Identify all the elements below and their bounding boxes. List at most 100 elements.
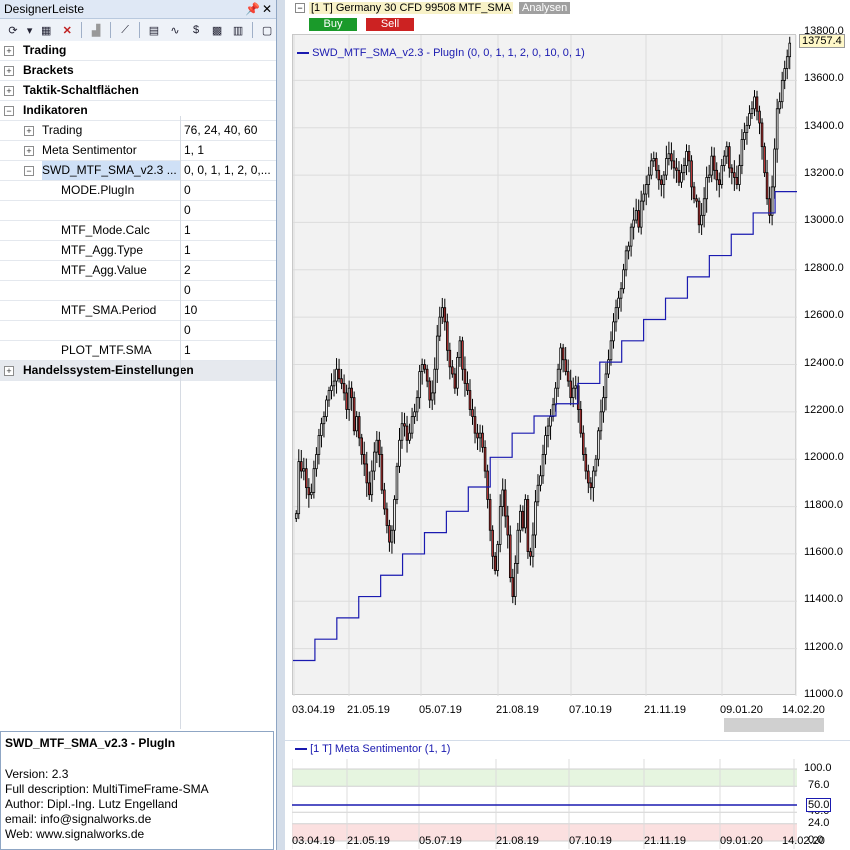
grid-icon[interactable]: ▥: [229, 20, 247, 40]
collapse-icon[interactable]: −: [4, 106, 14, 116]
buy-button[interactable]: Buy: [309, 18, 357, 31]
tree-category-taktik[interactable]: + Taktik-Schaltflächen: [0, 81, 276, 101]
candle-body: [702, 198, 706, 216]
candle-body: [660, 179, 663, 185]
refresh-icon[interactable]: ⟳: [4, 20, 22, 40]
candle-body: [566, 371, 570, 382]
chart-collapse-icon[interactable]: −: [295, 3, 305, 13]
tree-category-brackets[interactable]: + Brackets: [0, 61, 276, 81]
line-chart-icon[interactable]: ⟋: [116, 20, 134, 40]
expand-icon[interactable]: +: [4, 366, 14, 376]
tree-param-row[interactable]: MTF_SMA.Period 10: [0, 301, 276, 321]
param-value[interactable]: 0: [184, 181, 274, 200]
tree-param-row[interactable]: PLOT_MTF.SMA 1: [0, 341, 276, 361]
tree-param-row[interactable]: MTF_Mode.Calc 1: [0, 221, 276, 241]
tree-item-trading-indicator[interactable]: + Trading 76, 24, 40, 60: [0, 121, 276, 141]
window-icon[interactable]: ▢: [258, 20, 276, 40]
candle-body: [428, 380, 431, 401]
param-value[interactable]: 0: [184, 281, 274, 300]
tree-param-row[interactable]: MODE.PlugIn 0: [0, 181, 276, 201]
analysen-button[interactable]: Analysen: [519, 2, 571, 14]
price-tick-label: 12600.0: [804, 309, 844, 322]
description-email: email: info@signalworks.de: [5, 812, 152, 826]
candle-body: [695, 198, 698, 202]
pin-icon[interactable]: 📌: [245, 0, 260, 18]
candle-body: [690, 160, 693, 188]
param-value[interactable]: 1: [184, 241, 274, 260]
param-value[interactable]: 10: [184, 301, 274, 320]
candle-body: [582, 432, 585, 455]
param-value[interactable]: 2: [184, 261, 274, 280]
property-tree: + Trading + Brackets + Taktik-Schaltfläc…: [0, 41, 276, 381]
candle-body: [310, 491, 313, 496]
trend-icon[interactable]: ∿: [166, 20, 184, 40]
printer-icon[interactable]: ▤: [145, 20, 163, 40]
candle-body: [425, 368, 429, 382]
candle-body: [700, 214, 703, 226]
candle-body: [647, 174, 651, 185]
expand-icon[interactable]: +: [4, 86, 14, 96]
sma-line: [293, 191, 797, 662]
delete-all-icon[interactable]: ▦: [37, 20, 55, 40]
candle-body: [529, 551, 532, 557]
expand-icon[interactable]: +: [24, 146, 34, 156]
candle-body: [506, 515, 510, 536]
price-tick-label: 12800.0: [804, 261, 844, 274]
candle-body: [599, 411, 603, 432]
candle-body: [579, 409, 583, 434]
tree-category-trading[interactable]: + Trading: [0, 41, 276, 61]
price-tick-label: 13400.0: [804, 119, 844, 132]
dollar-icon[interactable]: $: [187, 20, 205, 40]
bell-icon[interactable]: ▟: [87, 20, 105, 40]
expand-icon[interactable]: +: [24, 126, 34, 136]
candle-body: [687, 150, 691, 162]
expand-icon[interactable]: +: [4, 66, 14, 76]
candle-body: [755, 96, 759, 112]
chart-scrollbar[interactable]: [724, 718, 824, 732]
candle-body: [498, 506, 502, 545]
candle-body: [451, 366, 454, 375]
candle-body: [765, 172, 769, 200]
dropdown-arrow-icon[interactable]: ▾: [25, 20, 34, 40]
tree-param-row[interactable]: 0: [0, 321, 276, 341]
param-label: MTF_SMA.Period: [61, 303, 157, 317]
tree-category-indikatoren[interactable]: − Indikatoren: [0, 101, 276, 121]
candle-body: [486, 470, 489, 500]
candle-body: [441, 307, 444, 318]
candle-body: [725, 146, 729, 157]
param-value[interactable]: 1: [184, 341, 274, 360]
candle-body: [327, 390, 331, 401]
candle-body: [773, 148, 776, 188]
candle-body: [360, 437, 364, 455]
tree-category-handelssystem[interactable]: + Handelssystem-Einstellungen: [0, 361, 276, 381]
candle-body: [325, 399, 328, 417]
tree-item-swd-mtf-sma[interactable]: − SWD_MTF_SMA_v2.3 ... 0, 0, 1, 1, 2, 0,…: [0, 161, 276, 181]
table-icon[interactable]: ▩: [208, 20, 226, 40]
candle-body: [461, 340, 464, 370]
tree-param-row[interactable]: MTF_Agg.Type 1: [0, 241, 276, 261]
param-value[interactable]: 0: [184, 201, 274, 220]
tree-param-row[interactable]: MTF_Agg.Value 2: [0, 261, 276, 281]
candle-body: [745, 124, 749, 133]
candle-body: [340, 378, 343, 384]
time-tick-label: 05.07.19: [419, 704, 462, 716]
price-tick-label: 12400.0: [804, 356, 844, 369]
expand-icon[interactable]: +: [4, 46, 14, 56]
param-value[interactable]: 1: [184, 221, 274, 240]
candle-body: [539, 475, 542, 486]
collapse-icon[interactable]: −: [24, 166, 34, 176]
tree-param-row[interactable]: 0: [0, 201, 276, 221]
candle-body: [571, 387, 575, 399]
price-chart[interactable]: SWD_MTF_SMA_v2.3 - PlugIn (0, 0, 1, 1, 2…: [292, 34, 797, 696]
indicator-legend: SWD_MTF_SMA_v2.3 - PlugIn (0, 0, 1, 1, 2…: [297, 47, 585, 59]
close-icon[interactable]: ✕: [262, 0, 272, 18]
param-value[interactable]: 0: [184, 321, 274, 340]
sentimentor-zone-high: [292, 769, 797, 787]
candle-body: [735, 177, 739, 185]
tree-param-row[interactable]: 0: [0, 281, 276, 301]
param-label: PLOT_MTF.SMA: [61, 343, 152, 357]
delete-icon[interactable]: ✕: [58, 20, 76, 40]
tree-item-meta-sentimentor[interactable]: + Meta Sentimentor 1, 1: [0, 141, 276, 161]
sentimentor-time-label: 21.08.19: [496, 835, 539, 847]
sell-button[interactable]: Sell: [366, 18, 414, 31]
